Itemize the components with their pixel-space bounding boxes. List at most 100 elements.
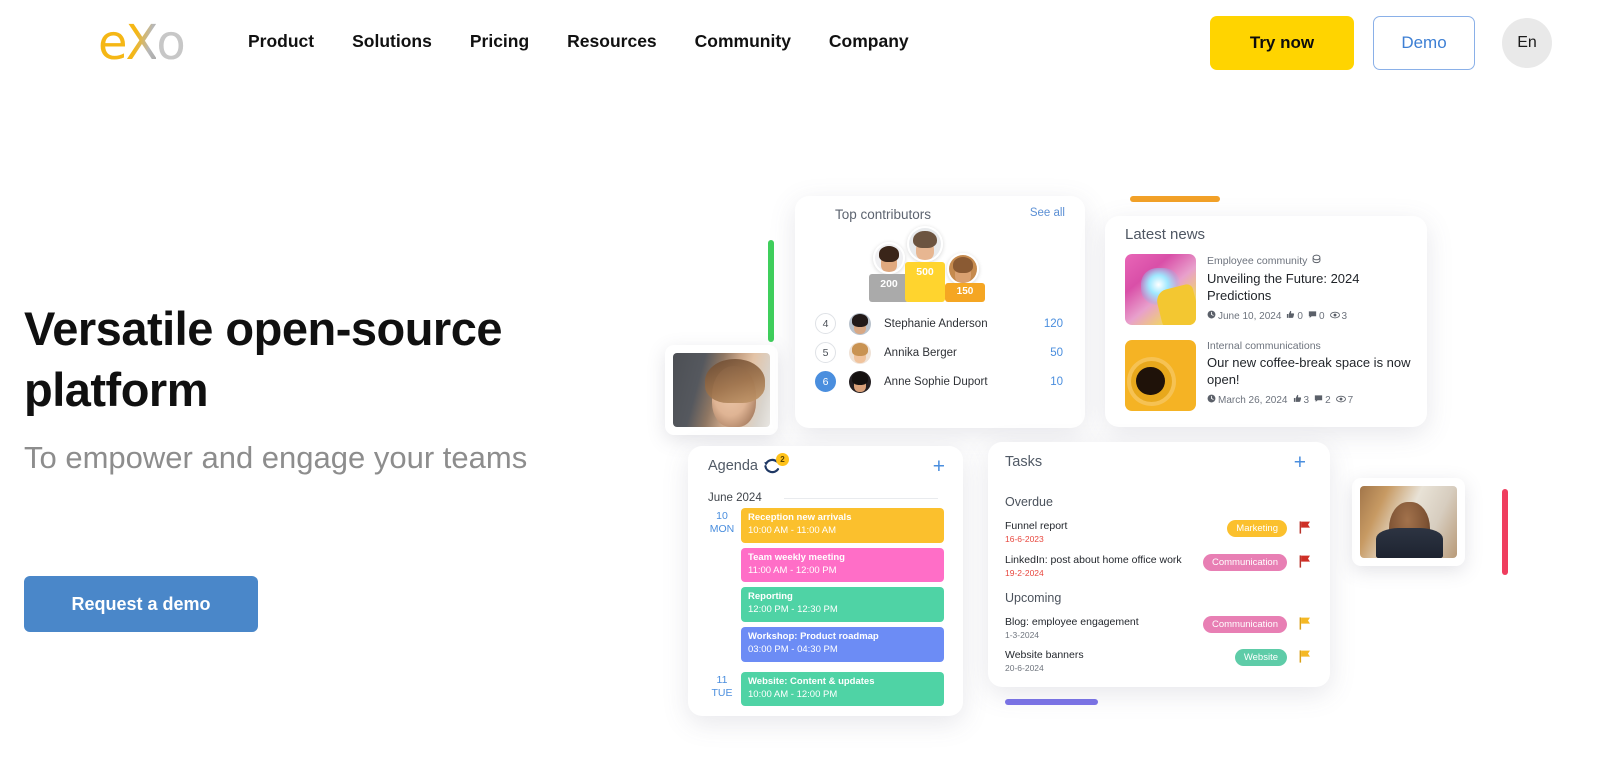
rank-badge: 4 [815,313,836,334]
try-now-button[interactable]: Try now [1210,16,1354,70]
contributors-podium: 200 500 150 [869,226,1019,302]
task-tag[interactable]: Communication [1203,616,1287,633]
decor-bar-purple [1005,699,1098,705]
news-date: March 26, 2024 [1218,394,1288,406]
agenda-event-time: 12:00 PM - 12:30 PM [748,604,838,616]
decor-bar-green [768,240,774,342]
news-likes-group: 3 [1293,394,1310,406]
news-category: Internal communications [1207,340,1321,352]
agenda-event[interactable]: Reception new arrivals 10:00 AM - 11:00 … [741,508,944,543]
nav-item-product[interactable]: Product [248,31,314,52]
task-row[interactable]: Blog: employee engagement 1-3-2024 Commu… [1005,616,1313,644]
news-date-group: June 10, 2024 [1207,310,1281,322]
clock-icon [1207,394,1216,406]
agenda-event-time: 03:00 PM - 04:30 PM [748,643,838,655]
contributors-list: 4 Stephanie Anderson 120 5 Annika Berger… [815,309,1067,396]
agenda-event[interactable]: Website: Content & updates 10:00 AM - 12… [741,671,944,707]
site-header: eXo Product Solutions Pricing Resources … [0,0,1600,88]
eye-icon [1335,394,1346,407]
flag-icon [1299,617,1311,630]
language-selector[interactable]: En [1502,18,1552,68]
podium-avatar-rank1 [907,226,943,262]
comment-icon [1308,310,1317,322]
news-item[interactable]: Internal communications Our new coffee-b… [1125,340,1417,411]
flag-icon [1299,555,1311,568]
main-navigation: Product Solutions Pricing Resources Comm… [248,31,909,52]
news-category: Employee community [1207,255,1308,267]
task-tag[interactable]: Communication [1203,554,1287,571]
flag-icon [1299,650,1311,663]
news-date-group: March 26, 2024 [1207,394,1288,406]
news-thumbnail [1125,340,1196,411]
task-row[interactable]: LinkedIn: post about home office work 19… [1005,554,1313,582]
agenda-title: Agenda [708,458,758,474]
tasks-title: Tasks [1005,454,1043,470]
avatar [849,341,871,364]
nav-item-community[interactable]: Community [695,31,791,52]
news-meta: June 10, 2024 0 0 3 [1207,310,1417,323]
logo-letter-e: e [98,15,127,71]
space-icon [1311,254,1322,268]
agenda-event[interactable]: Reporting 12:00 PM - 12:30 PM [741,587,944,623]
contributor-name: Anne Sophie Duport [884,375,988,388]
news-title: Unveiling the Future: 2024 Predictions [1207,271,1360,303]
agenda-event-title: Workshop: Product roadmap [748,631,879,643]
logo-letter-o: o [156,15,185,71]
list-item[interactable]: 6 Anne Sophie Duport 10 [815,367,1067,396]
news-likes: 3 [1303,394,1310,406]
contributor-name: Stephanie Anderson [884,317,988,330]
exo-logo[interactable]: eXo [98,18,194,68]
clock-icon [1207,310,1216,322]
demo-button[interactable]: Demo [1373,16,1475,70]
page-title: Versatile open-source platform [24,302,502,417]
agenda-add-button[interactable]: + [933,456,945,477]
nav-item-resources[interactable]: Resources [567,31,657,52]
list-item[interactable]: 5 Annika Berger 50 [815,338,1067,367]
thumbs-up-icon [1286,310,1295,322]
agenda-event[interactable]: Workshop: Product roadmap 03:00 PM - 04:… [741,627,944,662]
thumbs-up-icon [1293,394,1302,406]
agenda-day-group: 10 MON Reception new arrivals 10:00 AM -… [708,508,944,662]
tasks-card: Tasks + Overdue Upcoming Funnel report 1… [988,442,1330,687]
news-likes-group: 0 [1286,310,1303,322]
news-item[interactable]: Employee community Unveiling the Future:… [1125,254,1417,325]
contributor-score: 120 [1043,317,1063,330]
avatar [849,370,871,393]
news-likes: 0 [1297,310,1303,322]
task-row[interactable]: Funnel report 16-6-2023 Marketing [1005,520,1313,548]
top-contributors-title: Top contributors [835,207,932,222]
podium-bar-rank1: 500 [905,262,945,302]
top-contributors-card: Top contributors See all 200 500 150 4 S… [795,196,1085,428]
list-item[interactable]: 4 Stephanie Anderson 120 [815,309,1067,338]
task-tag[interactable]: Website [1234,649,1287,666]
news-category-row: Internal communications [1207,340,1417,352]
agenda-event-time: 10:00 AM - 12:00 PM [748,688,838,700]
nav-item-company[interactable]: Company [829,31,909,52]
agenda-event-list: 10 MON Reception new arrivals 10:00 AM -… [708,508,944,711]
latest-news-card: Latest news Employee community Unveiling… [1105,216,1427,427]
portrait-photo-woman-right [1360,486,1457,558]
task-row[interactable]: Website banners 20-6-2024 Website [1005,649,1313,677]
podium-avatar-rank3 [947,253,979,285]
task-tag[interactable]: Marketing [1227,520,1287,537]
see-all-link[interactable]: See all [1030,207,1065,219]
contributor-score: 10 [1050,375,1063,388]
agenda-day-number: 11 [716,673,728,686]
nav-item-solutions[interactable]: Solutions [352,31,432,52]
agenda-event[interactable]: Team weekly meeting 11:00 AM - 12:00 PM [741,547,944,583]
portrait-photo-woman-left [673,353,770,427]
podium-bar-rank3: 150 [945,283,985,302]
avatar [849,312,871,335]
agenda-event-time: 11:00 AM - 12:00 PM [748,564,837,576]
request-demo-button[interactable]: Request a demo [24,576,258,632]
tasks-add-button[interactable]: + [1294,452,1306,473]
rank-badge: 6 [815,371,836,392]
nav-item-pricing[interactable]: Pricing [470,31,529,52]
podium-avatar-rank2 [873,242,905,274]
contributor-name: Annika Berger [884,346,957,359]
photo-card-right [1352,478,1465,566]
contributor-score: 50 [1050,346,1063,359]
news-title: Our new coffee-break space is now open! [1207,355,1411,387]
news-date: June 10, 2024 [1218,310,1282,322]
news-views: 3 [1341,310,1348,322]
